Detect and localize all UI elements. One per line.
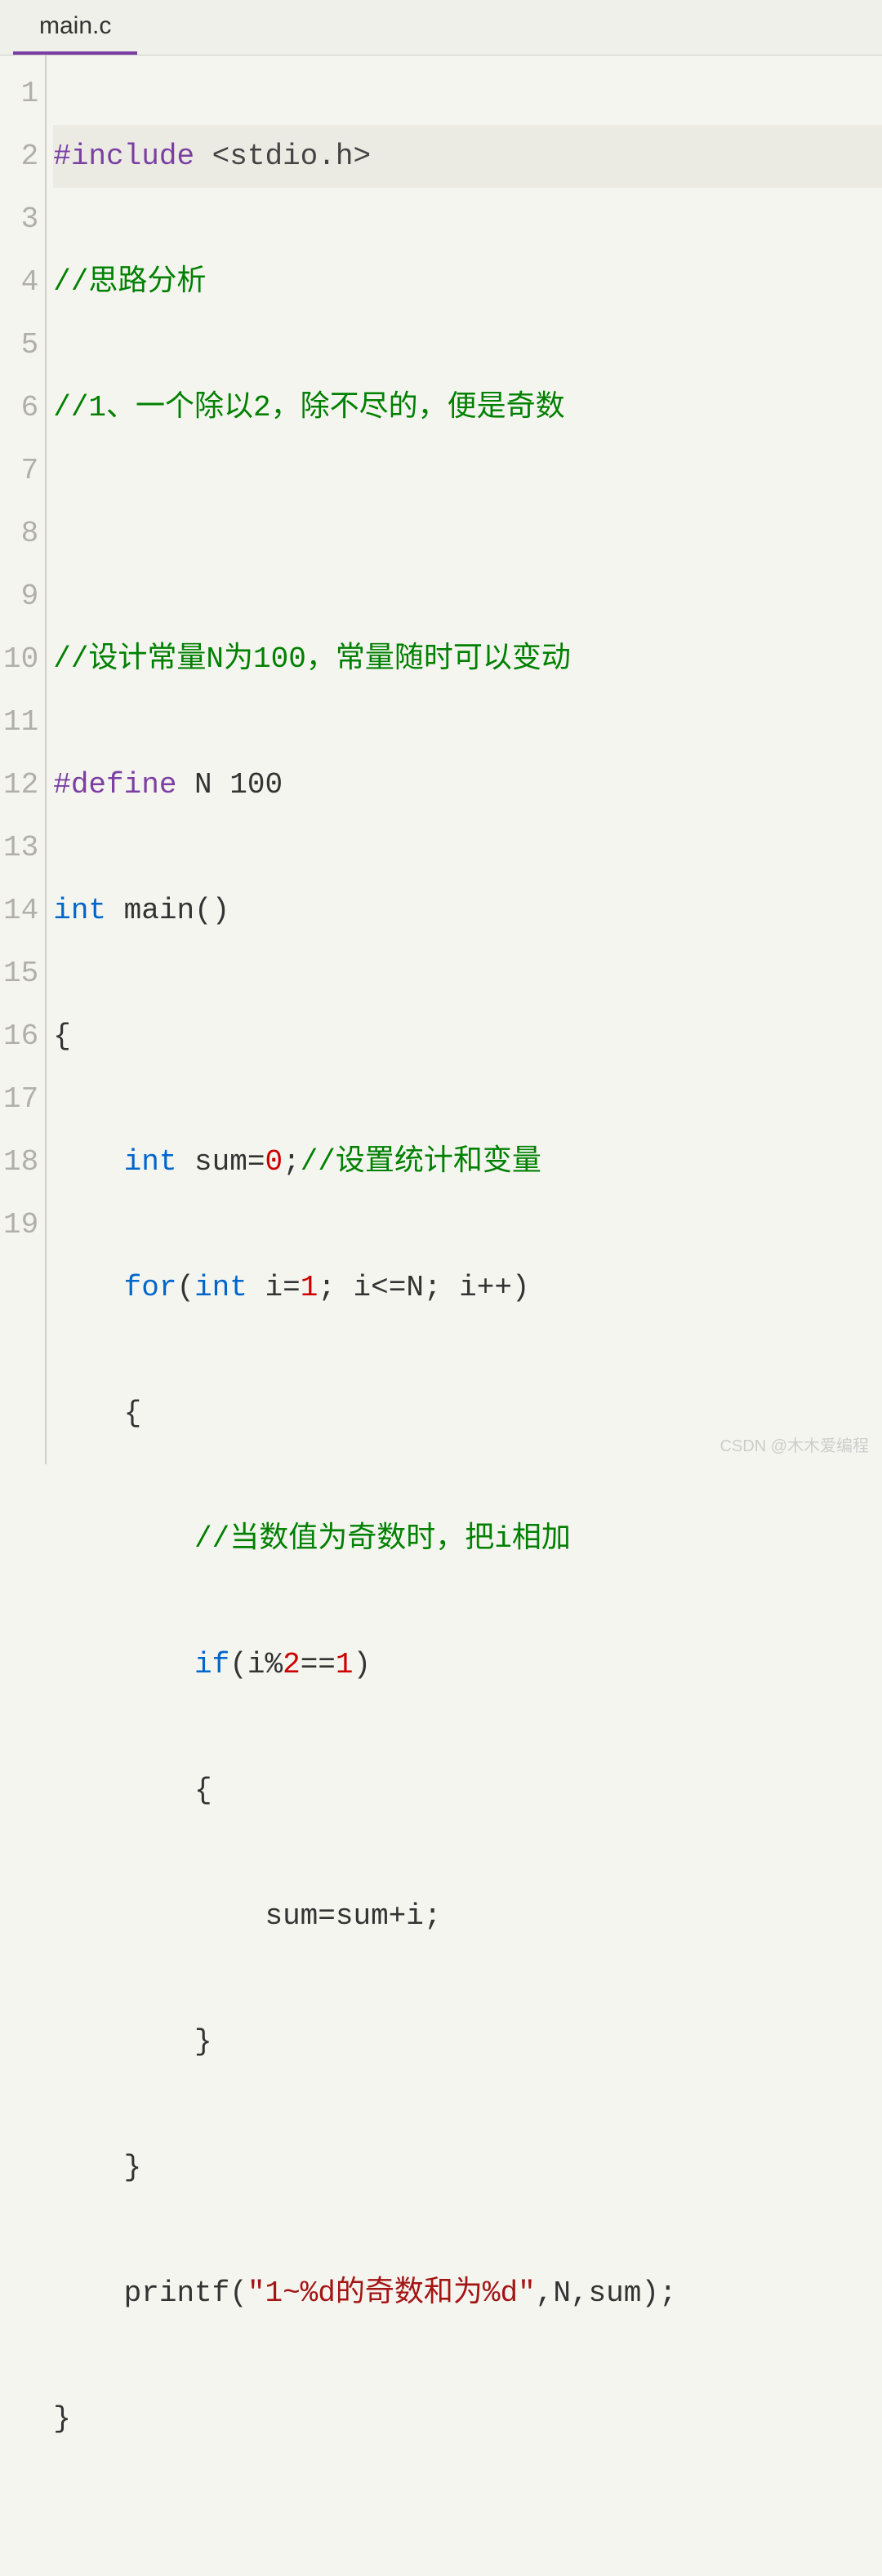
code-line: } — [53, 2010, 882, 2073]
tab-bar: main.c — [0, 0, 882, 56]
line-number: 15 — [3, 942, 38, 1005]
line-number: 3 — [3, 188, 38, 251]
line-number: 6 — [3, 376, 38, 439]
code-line: } — [53, 2136, 882, 2199]
code-line: #define N 100 — [53, 753, 882, 816]
line-number: 7 — [3, 439, 38, 502]
line-number: 4 — [3, 251, 38, 313]
line-number: 10 — [3, 628, 38, 691]
code-line: for(int i=1; i<=N; i++) — [53, 1256, 882, 1319]
code-line: //1、一个除以2，除不尽的，便是奇数 — [53, 376, 882, 439]
code-line: } — [53, 2387, 882, 2450]
code-area[interactable]: #include <stdio.h> //思路分析 //1、一个除以2，除不尽的… — [47, 56, 882, 1464]
code-line: printf("1~%d的奇数和为%d",N,sum); — [53, 2262, 882, 2325]
code-line: int sum=0;//设置统计和变量 — [53, 1130, 882, 1193]
code-line — [53, 502, 882, 565]
line-gutter: 1 2 3 4 5 6 7 8 9 10 11 12 13 14 15 16 1… — [0, 56, 47, 1464]
watermark: CSDN @木木爱编程 — [719, 1432, 869, 1456]
line-number: 8 — [3, 502, 38, 565]
code-line: { — [53, 1759, 882, 1822]
code-line: int main() — [53, 879, 882, 942]
line-number: 2 — [3, 125, 38, 188]
line-number: 17 — [3, 1068, 38, 1130]
code-line: #include <stdio.h> — [53, 125, 882, 188]
line-number: 18 — [3, 1130, 38, 1193]
code-line: { — [53, 1005, 882, 1068]
code-line: //设计常量N为100，常量随时可以变动 — [53, 628, 882, 691]
code-line: if(i%2==1) — [53, 1633, 882, 1696]
line-number: 5 — [3, 313, 38, 376]
line-number: 19 — [3, 1193, 38, 1256]
code-line: sum=sum+i; — [53, 1885, 882, 1948]
line-number: 14 — [3, 879, 38, 942]
line-number: 11 — [3, 691, 38, 753]
line-number: 12 — [3, 753, 38, 816]
line-number: 13 — [3, 816, 38, 879]
code-line: //思路分析 — [53, 251, 882, 313]
line-number: 1 — [3, 62, 38, 125]
code-editor: 1 2 3 4 5 6 7 8 9 10 11 12 13 14 15 16 1… — [0, 56, 882, 1464]
code-line: //当数值为奇数时，把i相加 — [53, 1508, 882, 1570]
line-number: 16 — [3, 1005, 38, 1068]
line-number: 9 — [3, 565, 38, 628]
file-tab[interactable]: main.c — [13, 1, 137, 55]
